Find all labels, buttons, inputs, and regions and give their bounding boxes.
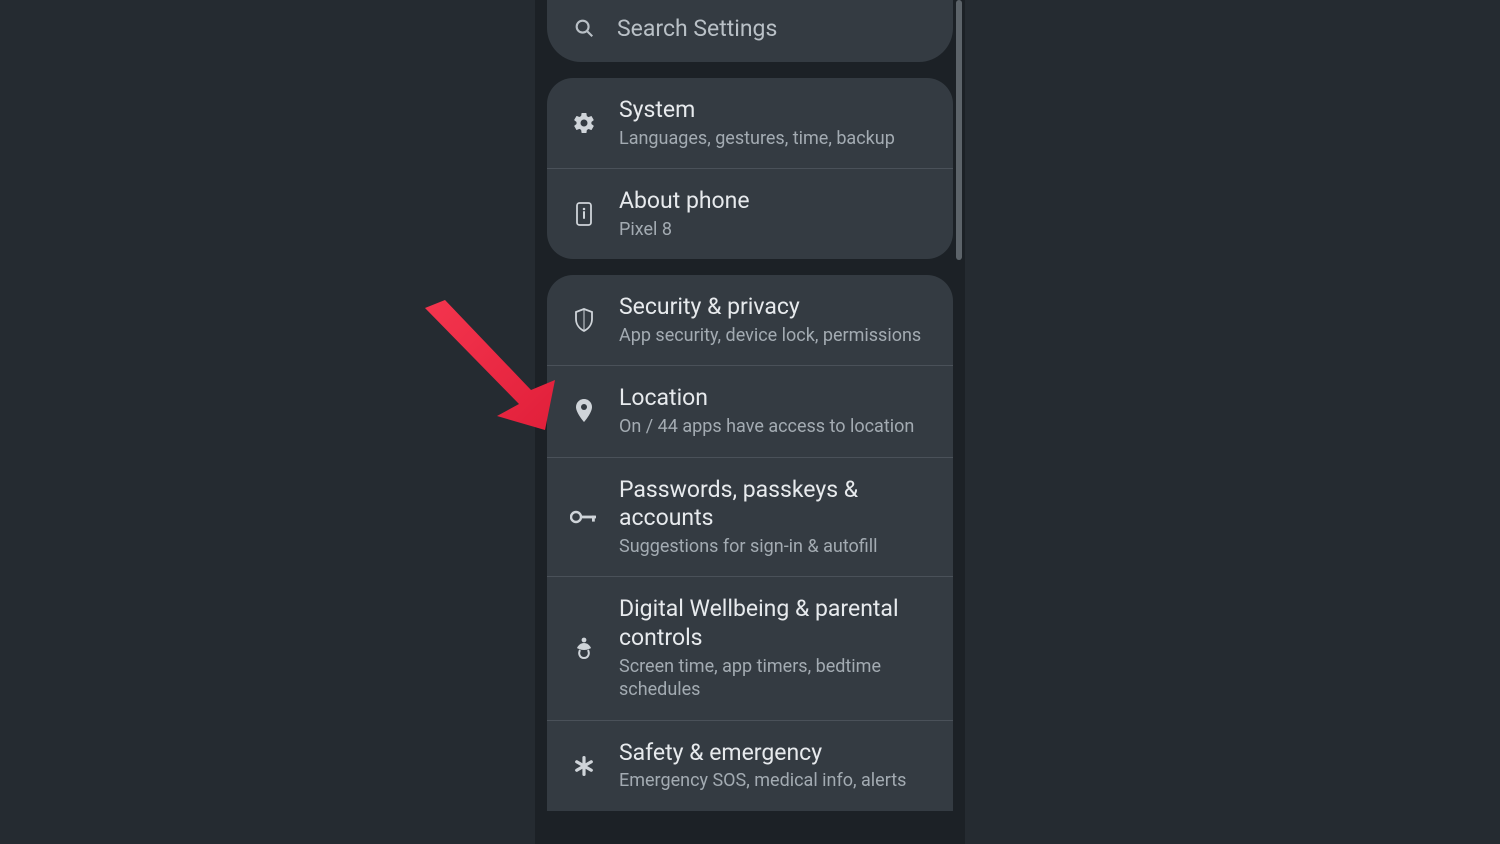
- search-icon: [569, 17, 599, 39]
- location-pin-icon: [569, 398, 599, 424]
- item-title: About phone: [619, 187, 935, 216]
- settings-item-system[interactable]: System Languages, gestures, time, backup: [547, 78, 953, 168]
- item-title: Location: [619, 384, 935, 413]
- emergency-asterisk-icon: [569, 754, 599, 778]
- item-title: Safety & emergency: [619, 739, 935, 768]
- gear-icon: [569, 111, 599, 135]
- item-subtitle: On / 44 apps have access to location: [619, 415, 935, 438]
- settings-item-text: System Languages, gestures, time, backup: [619, 96, 935, 150]
- settings-item-text: Passwords, passkeys & accounts Suggestio…: [619, 476, 935, 559]
- key-icon: [569, 509, 599, 525]
- item-title: Passwords, passkeys & accounts: [619, 476, 935, 534]
- item-subtitle: App security, device lock, permissions: [619, 324, 935, 347]
- settings-group-system: System Languages, gestures, time, backup…: [547, 78, 953, 259]
- item-subtitle: Emergency SOS, medical info, alerts: [619, 769, 935, 792]
- item-title: System: [619, 96, 935, 125]
- search-placeholder: Search Settings: [617, 15, 777, 42]
- scrollbar[interactable]: [956, 0, 962, 844]
- shield-icon: [569, 307, 599, 333]
- settings-item-location[interactable]: Location On / 44 apps have access to loc…: [547, 365, 953, 456]
- settings-screen: Search Settings System Languages, gestur…: [535, 0, 965, 844]
- item-title: Digital Wellbeing & parental controls: [619, 595, 935, 653]
- item-subtitle: Suggestions for sign-in & autofill: [619, 535, 935, 558]
- settings-item-text: Location On / 44 apps have access to loc…: [619, 384, 935, 438]
- item-subtitle: Pixel 8: [619, 218, 935, 241]
- settings-item-text: Safety & emergency Emergency SOS, medica…: [619, 739, 935, 793]
- settings-item-text: About phone Pixel 8: [619, 187, 935, 241]
- settings-group-privacy: Security & privacy App security, device …: [547, 275, 953, 811]
- item-title: Security & privacy: [619, 293, 935, 322]
- item-subtitle: Screen time, app timers, bedtime schedul…: [619, 655, 935, 702]
- scrollbar-thumb[interactable]: [956, 0, 962, 260]
- settings-item-about-phone[interactable]: About phone Pixel 8: [547, 168, 953, 259]
- item-subtitle: Languages, gestures, time, backup: [619, 127, 935, 150]
- settings-item-text: Security & privacy App security, device …: [619, 293, 935, 347]
- search-settings[interactable]: Search Settings: [547, 0, 953, 62]
- settings-item-text: Digital Wellbeing & parental controls Sc…: [619, 595, 935, 701]
- phone-info-icon: [569, 201, 599, 227]
- settings-item-passwords[interactable]: Passwords, passkeys & accounts Suggestio…: [547, 457, 953, 577]
- wellbeing-icon: [569, 636, 599, 662]
- settings-item-digital-wellbeing[interactable]: Digital Wellbeing & parental controls Sc…: [547, 576, 953, 719]
- settings-item-security-privacy[interactable]: Security & privacy App security, device …: [547, 275, 953, 365]
- settings-item-safety-emergency[interactable]: Safety & emergency Emergency SOS, medica…: [547, 720, 953, 811]
